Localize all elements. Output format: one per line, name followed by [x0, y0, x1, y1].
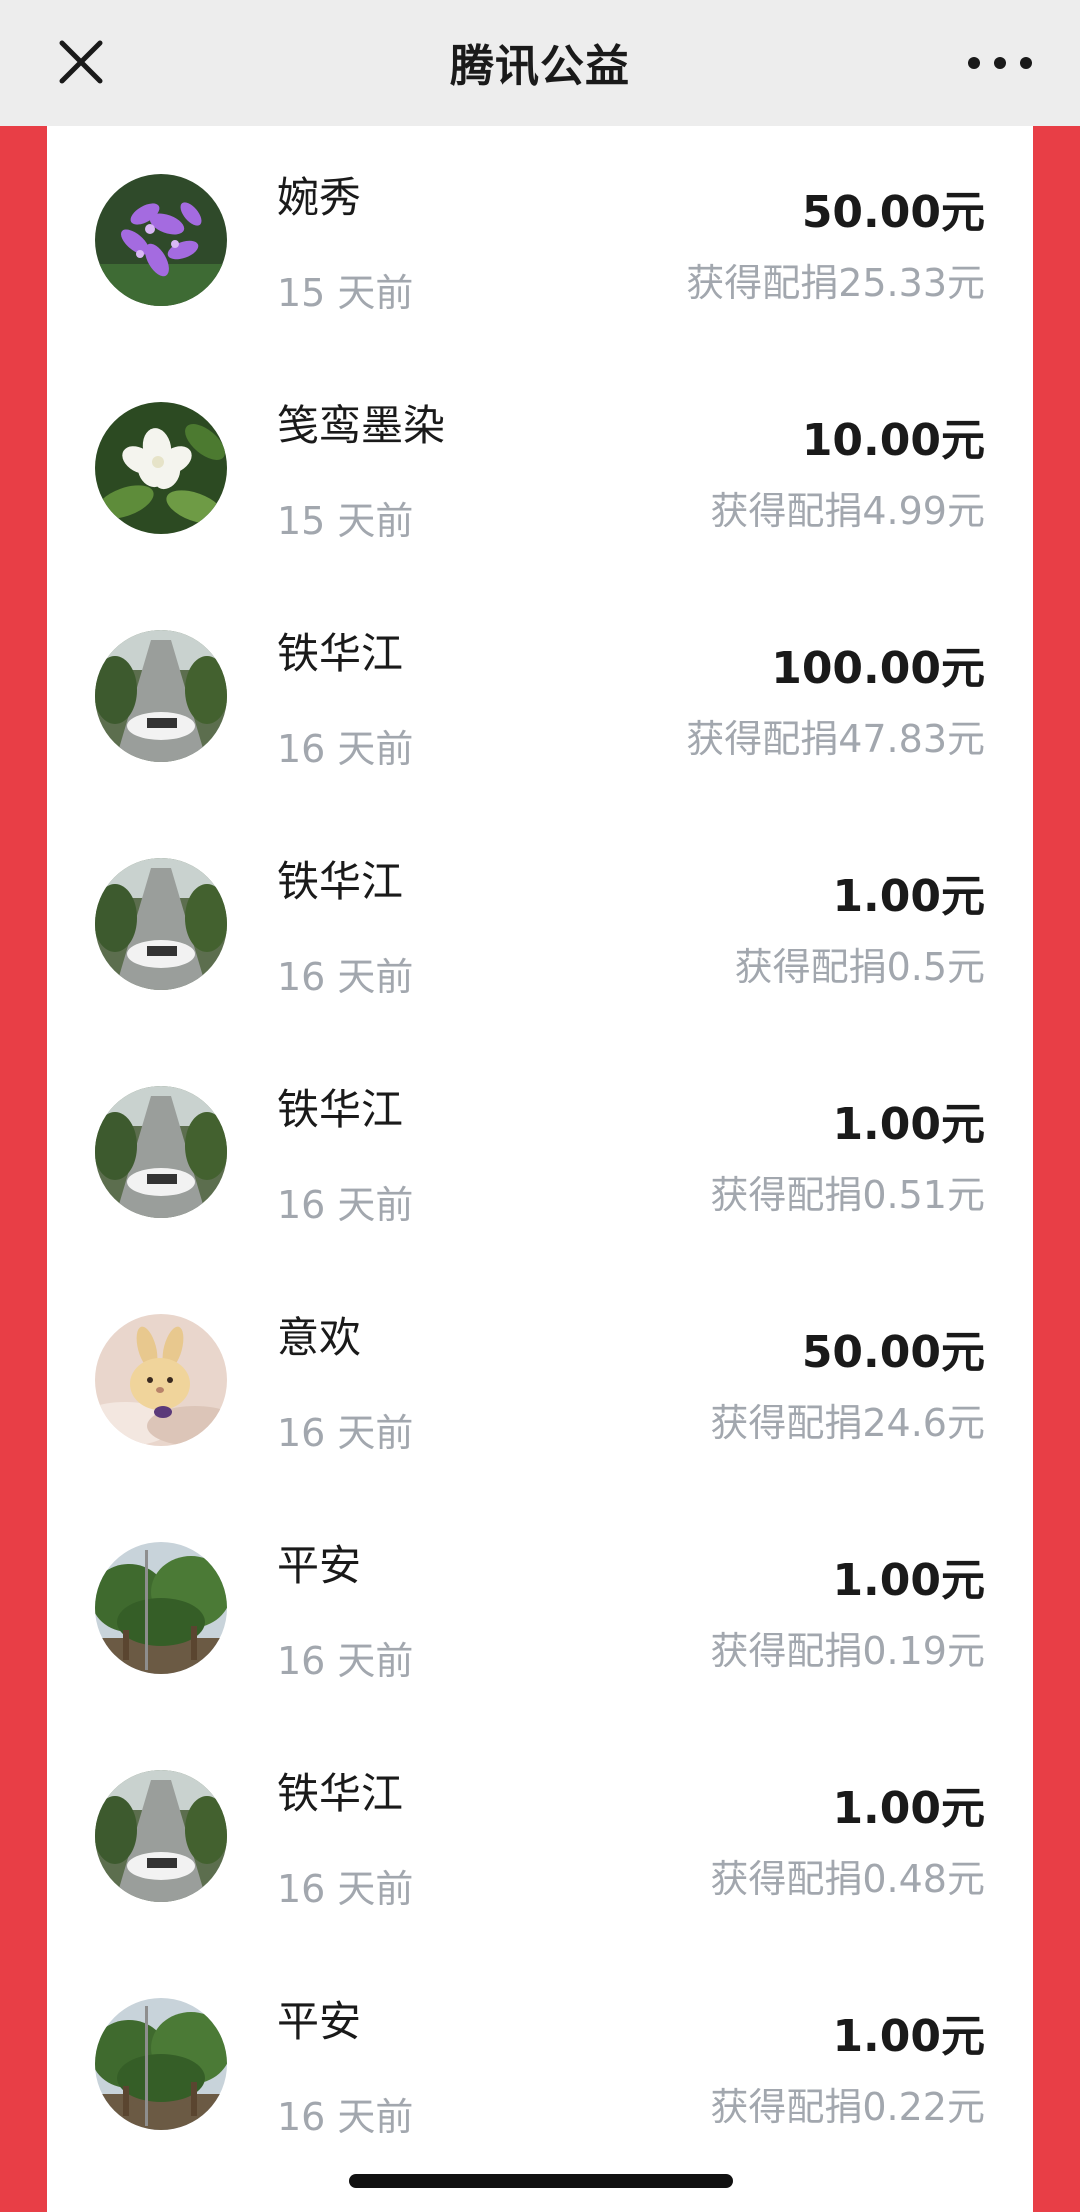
purple-orchid-avatar — [95, 174, 227, 306]
donation-amount: 100.00元 — [771, 643, 985, 694]
trees-avatar — [95, 1998, 227, 2130]
home-indicator[interactable] — [349, 2174, 733, 2188]
donation-time: 15 天前 — [277, 271, 414, 315]
donation-row[interactable]: 铁华江 16 天前 1.00元 获得配捐0.5元 — [47, 810, 1033, 1038]
road-scene-avatar — [95, 1770, 227, 1902]
donation-amount: 1.00元 — [832, 2011, 985, 2062]
donation-amount: 10.00元 — [801, 415, 985, 466]
donation-time: 16 天前 — [277, 2095, 414, 2139]
match-amount: 获得配捐0.48元 — [710, 1857, 985, 1901]
match-amount: 获得配捐0.51元 — [710, 1173, 985, 1217]
road-scene-avatar — [95, 630, 227, 762]
donation-row[interactable]: 婉秀 15 天前 50.00元 获得配捐25.33元 — [47, 126, 1033, 354]
more-button[interactable] — [962, 38, 1038, 88]
donation-amount: 1.00元 — [832, 1099, 985, 1150]
donation-row[interactable]: 铁华江 16 天前 100.00元 获得配捐47.83元 — [47, 582, 1033, 810]
donation-row[interactable]: 意欢 16 天前 50.00元 获得配捐24.6元 — [47, 1266, 1033, 1494]
match-amount: 获得配捐25.33元 — [686, 261, 985, 305]
match-amount: 获得配捐0.19元 — [710, 1629, 985, 1673]
donor-name: 铁华江 — [277, 1769, 404, 1818]
donation-row[interactable]: 铁华江 16 天前 1.00元 获得配捐0.51元 — [47, 1038, 1033, 1266]
donation-amount: 1.00元 — [832, 871, 985, 922]
donation-list: 婉秀 15 天前 50.00元 获得配捐25.33元 笺鸾墨染 15 天前 10… — [47, 126, 1033, 2212]
donation-amount: 1.00元 — [832, 1555, 985, 1606]
donation-row[interactable]: 平安 16 天前 1.00元 获得配捐0.22元 — [47, 1950, 1033, 2178]
more-icon — [968, 57, 1032, 69]
road-scene-avatar — [95, 858, 227, 990]
donation-row[interactable]: 笺鸾墨染 15 天前 10.00元 获得配捐4.99元 — [47, 354, 1033, 582]
match-amount: 获得配捐0.22元 — [710, 2085, 985, 2129]
donor-name: 铁华江 — [277, 1085, 404, 1134]
road-scene-avatar — [95, 1086, 227, 1218]
donor-name: 婉秀 — [277, 173, 362, 222]
top-bar: 腾讯公益 — [0, 0, 1080, 126]
match-amount: 获得配捐0.5元 — [734, 945, 985, 989]
donor-name: 平安 — [277, 1541, 362, 1590]
donation-row[interactable]: 铁华江 16 天前 1.00元 获得配捐0.48元 — [47, 1722, 1033, 1950]
match-amount: 获得配捐24.6元 — [710, 1401, 985, 1445]
donation-time: 16 天前 — [277, 1183, 414, 1227]
donation-time: 16 天前 — [277, 727, 414, 771]
trees-avatar — [95, 1542, 227, 1674]
donor-name: 铁华江 — [277, 629, 404, 678]
page-title: 腾讯公益 — [450, 41, 630, 92]
donation-time: 16 天前 — [277, 955, 414, 999]
donor-name: 平安 — [277, 1997, 362, 2046]
donation-amount: 50.00元 — [801, 1327, 985, 1378]
donation-time: 16 天前 — [277, 1411, 414, 1455]
donation-amount: 1.00元 — [832, 1783, 985, 1834]
plush-bunny-avatar — [95, 1314, 227, 1446]
donation-amount: 50.00元 — [801, 187, 985, 238]
donor-name: 意欢 — [277, 1313, 362, 1362]
match-amount: 获得配捐4.99元 — [710, 489, 985, 533]
donor-name: 笺鸾墨染 — [277, 401, 446, 450]
donation-time: 16 天前 — [277, 1639, 414, 1683]
white-gardenia-avatar — [95, 402, 227, 534]
donation-row[interactable]: 平安 16 天前 1.00元 获得配捐0.19元 — [47, 1494, 1033, 1722]
match-amount: 获得配捐47.83元 — [686, 717, 985, 761]
donation-time: 15 天前 — [277, 499, 414, 543]
donor-name: 铁华江 — [277, 857, 404, 906]
donation-time: 16 天前 — [277, 1867, 414, 1911]
